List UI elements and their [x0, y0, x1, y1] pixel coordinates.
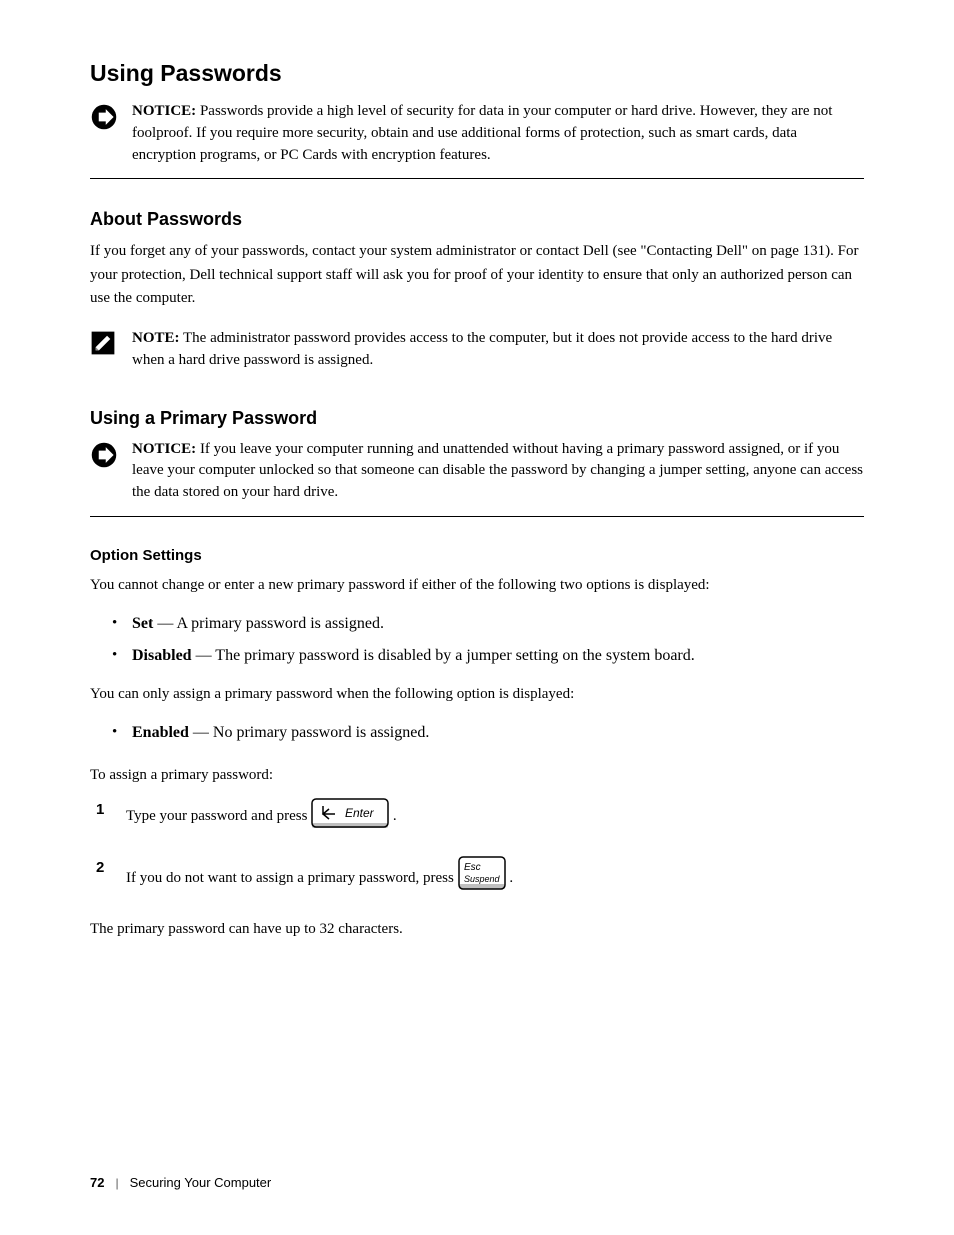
- divider: [90, 178, 864, 179]
- paragraph: You can only assign a primary password w…: [90, 683, 864, 706]
- paragraph: The primary password can have up to 32 c…: [90, 918, 864, 941]
- subhead-about: About Passwords: [90, 209, 864, 230]
- svg-text:Enter: Enter: [345, 806, 375, 820]
- list-item: Disabled — The primary password is disab…: [110, 647, 864, 665]
- notice-label: NOTICE:: [132, 103, 196, 119]
- footer-sep: |: [116, 1175, 119, 1190]
- svg-text:Suspend: Suspend: [464, 874, 501, 884]
- esc-key-icon: Esc Suspend: [458, 856, 506, 900]
- note-label: NOTE:: [132, 330, 180, 346]
- section-name: Securing Your Computer: [130, 1175, 272, 1190]
- subhead-primary: Using a Primary Password: [90, 408, 864, 429]
- enter-key-icon: Enter: [311, 798, 389, 838]
- step-item: Type your password and press Enter .: [90, 798, 864, 838]
- subhead-options: Option Settings: [90, 547, 864, 564]
- arrow-circle-icon: [90, 103, 118, 131]
- note-block: NOTE: The administrator password provide…: [90, 328, 864, 372]
- note-text: The administrator password provides acce…: [132, 330, 832, 368]
- notice-text-2: If you leave your computer running and u…: [132, 441, 863, 501]
- pencil-icon: [90, 330, 118, 358]
- notice-label-2: NOTICE:: [132, 441, 196, 457]
- paragraph: You cannot change or enter a new primary…: [90, 574, 864, 597]
- page-title: Using Passwords: [90, 60, 864, 87]
- step-item: If you do not want to assign a primary p…: [90, 856, 864, 900]
- svg-text:Esc: Esc: [464, 862, 481, 873]
- list-item: Enabled — No primary password is assigne…: [110, 724, 864, 742]
- page-number: 72: [90, 1175, 104, 1190]
- page-footer: 72 | Securing Your Computer: [90, 1175, 864, 1191]
- paragraph: If you forget any of your passwords, con…: [90, 240, 864, 310]
- divider: [90, 516, 864, 517]
- list-item: Set — A primary password is assigned.: [110, 615, 864, 633]
- notice-text: Passwords provide a high level of securi…: [132, 103, 832, 163]
- arrow-circle-icon: [90, 441, 118, 469]
- ordered-steps: Type your password and press Enter . If …: [90, 798, 864, 901]
- paragraph: To assign a primary password:: [90, 764, 864, 787]
- notice-block-2: NOTICE: If you leave your computer runni…: [90, 439, 864, 504]
- bullet-list: Set — A primary password is assigned. Di…: [110, 615, 864, 665]
- notice-block: NOTICE: Passwords provide a high level o…: [90, 101, 864, 166]
- bullet-list: Enabled — No primary password is assigne…: [110, 724, 864, 742]
